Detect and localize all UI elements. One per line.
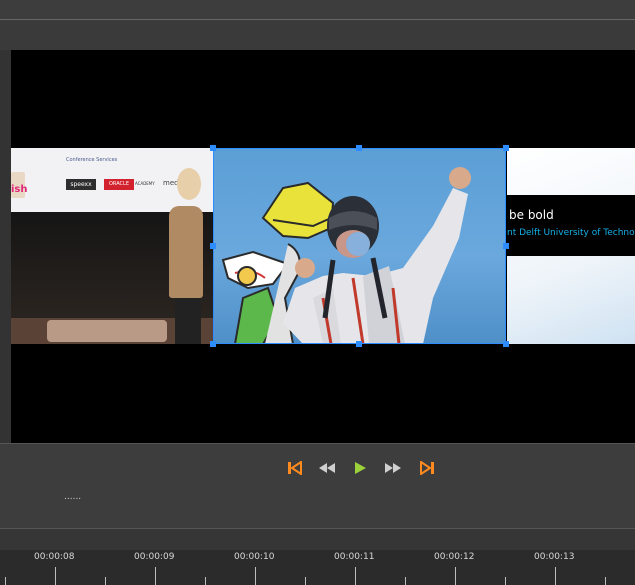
ruler-label: 00:00:08 [34, 552, 75, 562]
ruler-tick [505, 577, 506, 585]
ruler-tick [605, 577, 606, 585]
ruler-tick [555, 567, 556, 585]
ruler-tick [405, 577, 406, 585]
status-dots: ...... [64, 492, 82, 502]
transport-controls: ...... [0, 443, 635, 528]
ruler-tick [255, 567, 256, 585]
ruler-tick [55, 567, 56, 585]
resize-handle-bottom[interactable] [356, 341, 362, 347]
skip-to-end-icon [420, 461, 434, 475]
ruler-tick [355, 567, 356, 585]
ruler-label: 00:00:11 [334, 552, 375, 562]
oracle-logo: ORACLE [104, 179, 134, 190]
speaker-head [177, 168, 201, 200]
preview-viewer[interactable]: ish Conference Services speexx ORACLE AC… [0, 50, 635, 443]
ruler-tick [155, 567, 156, 585]
resize-handle-bottom-right[interactable] [503, 341, 509, 347]
ruler-tick [105, 577, 106, 585]
clip-skier-selected[interactable] [213, 148, 506, 344]
speexx-logo: speexx [66, 179, 96, 190]
ruler-tick [455, 567, 456, 585]
skip-to-start-button[interactable] [285, 458, 305, 478]
speaker-legs [175, 296, 201, 344]
speaker-body [169, 206, 203, 298]
resize-handle-top-left[interactable] [210, 145, 216, 151]
fast-forward-button[interactable] [383, 458, 403, 478]
clip-conference-stage[interactable]: ish Conference Services speexx ORACLE AC… [11, 148, 215, 344]
preview-canvas[interactable]: ish Conference Services speexx ORACLE AC… [11, 50, 635, 443]
play-button[interactable] [350, 458, 370, 478]
resize-handle-top[interactable] [356, 145, 362, 151]
secondary-toolbar [0, 21, 635, 50]
resize-handle-right[interactable] [503, 243, 509, 249]
timeline-ruler[interactable]: 00:00:08 00:00:09 00:00:10 00:00:11 00:0… [0, 550, 635, 585]
skier-image [221, 167, 471, 344]
ruler-tick [305, 577, 306, 585]
resize-handle-top-right[interactable] [503, 145, 509, 151]
ruler-tick [205, 577, 206, 585]
resize-handle-bottom-left[interactable] [210, 341, 216, 347]
slide-subtitle: nt Delft University of Technology [507, 228, 635, 238]
ruler-tick [5, 577, 6, 585]
title-band [507, 195, 635, 256]
viewer-gutter [0, 50, 11, 443]
rewind-icon [319, 463, 335, 473]
video-editor: ish Conference Services speexx ORACLE AC… [0, 0, 635, 585]
ruler-label: 00:00:09 [134, 552, 175, 562]
play-icon [355, 462, 366, 474]
banner-small-text: Conference Services [66, 157, 118, 163]
stage-sofa [47, 320, 167, 342]
rewind-button[interactable] [317, 458, 337, 478]
resize-handle-left[interactable] [210, 243, 216, 249]
ruler-label: 00:00:13 [534, 552, 575, 562]
skip-to-start-icon [288, 461, 302, 475]
timeline-toolbar [0, 528, 635, 550]
academy-logo: ACADEMY [135, 181, 155, 186]
clip-title-slide[interactable]: be bold nt Delft University of Technolog… [507, 148, 635, 344]
slide-title: be bold [509, 208, 554, 222]
fast-forward-icon [385, 463, 401, 473]
banner-pink-text: ish [11, 184, 28, 195]
ruler-label: 00:00:12 [434, 552, 475, 562]
skip-to-end-button[interactable] [417, 458, 437, 478]
ruler-label: 00:00:10 [234, 552, 275, 562]
top-toolbar [0, 0, 635, 20]
